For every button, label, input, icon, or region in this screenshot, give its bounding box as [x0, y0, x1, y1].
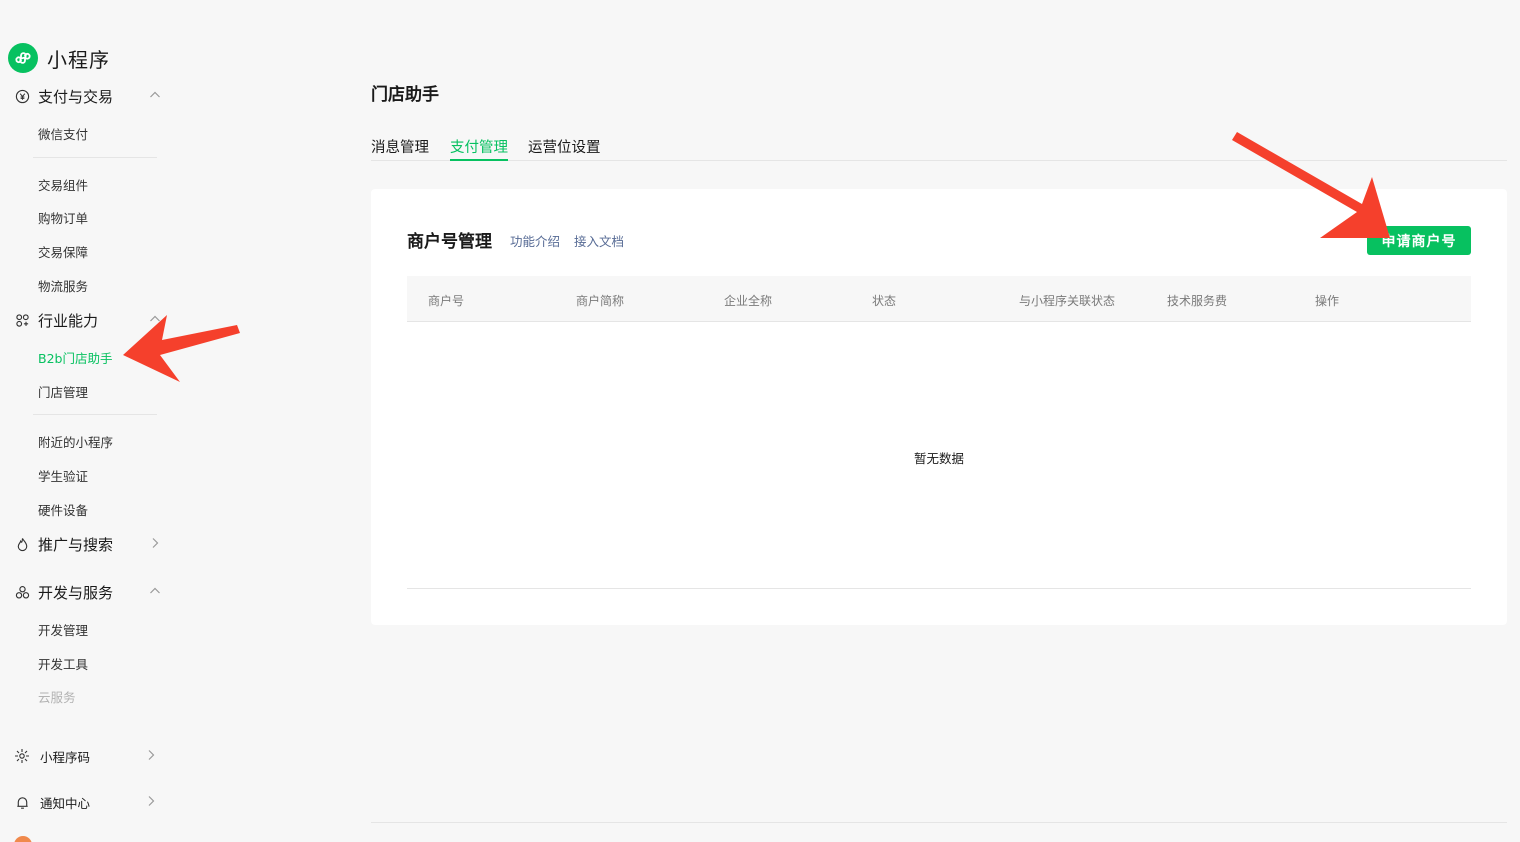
sidebar-item-dev-management[interactable]: 开发管理 [38, 620, 88, 639]
annotation-arrow-icon [1232, 132, 1390, 238]
brand[interactable]: 小程序 [8, 43, 110, 73]
column-header: 状态 [872, 294, 897, 308]
sidebar-item-dev-tools[interactable]: 开发工具 [38, 654, 88, 673]
sidebar-group-dev[interactable]: 开发与服务 [14, 580, 164, 604]
sidebar-item-cloud-service[interactable]: 云服务 [38, 687, 76, 706]
tab-message-management[interactable]: 消息管理 [371, 136, 429, 161]
flame-icon [14, 536, 30, 552]
sidebar-group-label: 推广与搜索 [38, 535, 114, 554]
app-name: 小程序 [47, 47, 110, 72]
mini-program-logo-icon [8, 43, 38, 73]
bell-icon [14, 794, 30, 810]
chevron-right-icon [148, 750, 155, 760]
sidebar-group-notifications[interactable]: 通知中心 [14, 790, 164, 814]
integration-docs-link[interactable]: 接入文档 [574, 231, 624, 250]
sidebar-group-label: 通知中心 [40, 795, 91, 811]
column-header: 与小程序关联状态 [1019, 294, 1116, 308]
sidebar-group-label: 支付与交易 [38, 87, 114, 106]
avatar[interactable] [14, 836, 32, 842]
sidebar-group-pay[interactable]: 支付与交易 [14, 84, 164, 108]
feature-intro-link[interactable]: 功能介绍 [510, 231, 560, 250]
chevron-up-icon [150, 91, 160, 98]
chevron-up-icon [150, 587, 160, 594]
sidebar-item-hardware[interactable]: 硬件设备 [38, 500, 88, 519]
sidebar-item-store-management[interactable]: 门店管理 [38, 382, 88, 401]
column-header: 操作 [1315, 294, 1340, 308]
empty-state-text: 暂无数据 [914, 451, 965, 466]
sidebar-item-wechat-pay[interactable]: 微信支付 [38, 124, 88, 143]
table-header: 商户号 商户简称 企业全称 状态 与小程序关联状态 技术服务费 操作 [407, 276, 1471, 322]
sidebar-group-qrcode[interactable]: 小程序码 [14, 744, 164, 768]
page: 小程序 支付与交易 微信支付 交易组件 购物订单 交易保障 物流服务 行业能力 … [0, 0, 1520, 842]
sidebar-item-trade-component[interactable]: 交易组件 [38, 175, 88, 194]
column-header: 商户号 [428, 294, 465, 308]
divider [33, 157, 157, 158]
table-bottom-border [407, 588, 1471, 589]
tab-operation-slot-settings[interactable]: 运营位设置 [528, 136, 601, 161]
sidebar-item-student-verification[interactable]: 学生验证 [38, 466, 88, 485]
page-title: 门店助手 [371, 85, 439, 105]
divider [33, 414, 157, 415]
sidebar-group-label: 小程序码 [40, 749, 91, 765]
industry-icon [14, 312, 30, 328]
tab-payment-management[interactable]: 支付管理 [450, 136, 508, 161]
footer-divider [371, 822, 1507, 823]
annotation-arrow-icon [123, 315, 240, 382]
sidebar-group-label: 开发与服务 [38, 583, 114, 602]
sidebar-item-orders[interactable]: 购物订单 [38, 208, 88, 227]
sidebar-item-trade-guarantee[interactable]: 交易保障 [38, 242, 88, 261]
sun-burst-icon [14, 748, 30, 764]
sidebar-item-b2b-store-assistant[interactable]: B2b门店助手 [38, 348, 112, 367]
sidebar-item-nearby-mini-programs[interactable]: 附近的小程序 [38, 432, 113, 451]
column-header: 企业全称 [724, 294, 773, 308]
merchant-card: 商户号管理 功能介绍 接入文档 申请商户号 商户号 商户简称 企业全称 状态 与… [371, 189, 1507, 625]
chevron-right-icon [152, 538, 159, 548]
sidebar-item-logistics[interactable]: 物流服务 [38, 276, 88, 295]
chevron-right-icon [148, 796, 155, 806]
column-header: 技术服务费 [1167, 294, 1228, 308]
dev-services-icon [14, 584, 30, 600]
yen-circle-icon [14, 88, 30, 104]
column-header: 商户简称 [576, 294, 625, 308]
card-title: 商户号管理 [407, 232, 492, 252]
sidebar-group-label: 行业能力 [38, 311, 99, 330]
sidebar-group-promotion[interactable]: 推广与搜索 [14, 532, 164, 556]
sidebar: 小程序 支付与交易 微信支付 交易组件 购物订单 交易保障 物流服务 行业能力 … [0, 0, 180, 842]
